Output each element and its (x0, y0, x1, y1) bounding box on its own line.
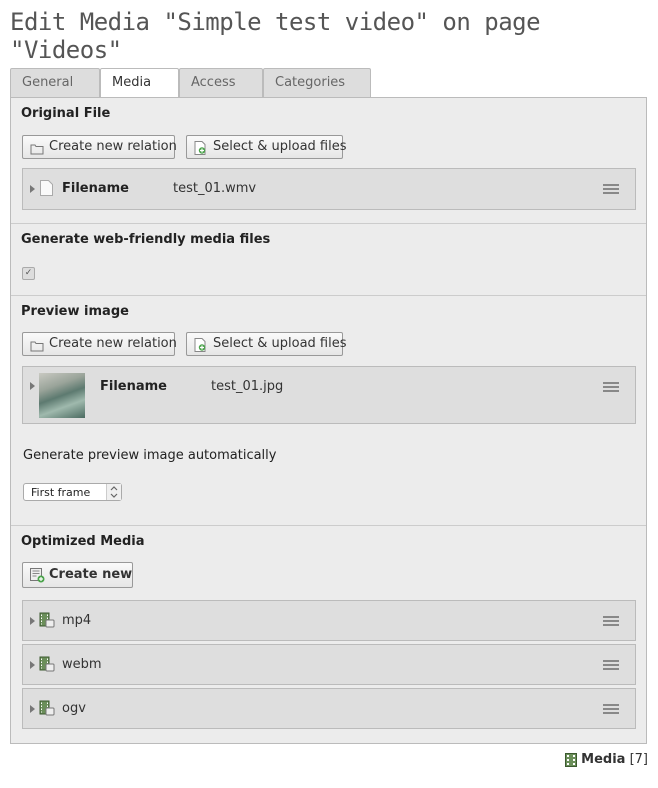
original-file-section: Original File Create new relation Select… (11, 98, 646, 223)
section-heading: Preview image (21, 304, 129, 319)
video-icon (39, 612, 55, 628)
section-heading: Original File (21, 106, 111, 121)
expand-arrow-icon[interactable] (30, 382, 35, 390)
expand-arrow-icon[interactable] (30, 185, 35, 193)
expand-arrow-icon[interactable] (30, 661, 35, 669)
record-type-footer: Media [7] (565, 752, 648, 767)
media-format-label: webm (62, 657, 102, 672)
web-friendly-section: Generate web-friendly media files ✓ (11, 223, 646, 295)
upload-file-icon (194, 338, 207, 360)
record-field-label: Filename (62, 181, 129, 196)
preview-thumbnail (39, 373, 85, 418)
preview-frame-select[interactable]: First frame (23, 483, 122, 501)
create-relation-button[interactable]: Create new relation (22, 135, 177, 159)
upload-files-label: Select & upload files (213, 336, 347, 351)
upload-files-label: Select & upload files (213, 139, 347, 154)
upload-file-icon (194, 141, 207, 163)
create-relation-label: Create new relation (49, 139, 177, 154)
create-relation-button[interactable]: Create new relation (22, 332, 177, 356)
select-value: First frame (31, 486, 91, 499)
drag-handle-icon[interactable] (603, 382, 619, 392)
auto-preview-label: Generate preview image automatically (23, 448, 277, 463)
page-title: Edit Media "Simple test video" on page "… (10, 8, 541, 64)
folder-icon (30, 141, 44, 163)
record-type-label: Media (581, 752, 626, 767)
optimized-media-item[interactable]: mp4 (22, 600, 636, 641)
record-filename: test_01.wmv (173, 181, 257, 196)
video-icon (39, 700, 55, 716)
video-icon (39, 656, 55, 672)
record-id: [7] (629, 752, 648, 767)
create-new-button[interactable]: Create new (22, 562, 133, 588)
web-friendly-checkbox[interactable]: ✓ (22, 267, 35, 280)
file-icon (40, 180, 53, 200)
record-filename: test_01.jpg (211, 379, 284, 394)
upload-files-button[interactable]: Select & upload files (186, 332, 347, 356)
section-heading: Generate web-friendly media files (21, 232, 271, 247)
create-relation-label: Create new relation (49, 336, 177, 351)
film-icon (565, 752, 577, 767)
tab-access[interactable]: Access (179, 68, 263, 97)
tab-media[interactable]: Media (100, 68, 179, 99)
tab-categories[interactable]: Categories (263, 68, 371, 97)
drag-handle-icon[interactable] (603, 704, 619, 714)
preview-record[interactable]: Filename test_01.jpg (22, 366, 636, 424)
add-record-icon (30, 568, 45, 592)
section-heading: Optimized Media (21, 534, 145, 549)
drag-handle-icon[interactable] (603, 616, 619, 626)
upload-files-button[interactable]: Select & upload files (186, 135, 347, 159)
media-format-label: mp4 (62, 613, 92, 628)
optimized-media-item[interactable]: ogv (22, 688, 636, 729)
record-field-label: Filename (100, 379, 167, 394)
optimized-media-item[interactable]: webm (22, 644, 636, 685)
expand-arrow-icon[interactable] (30, 705, 35, 713)
media-format-label: ogv (62, 701, 86, 716)
chevron-updown-icon (106, 484, 121, 500)
drag-handle-icon[interactable] (603, 660, 619, 670)
folder-icon (30, 338, 44, 360)
media-panel: Original File Create new relation Select… (10, 97, 647, 744)
preview-image-section: Preview image Create new relation Select… (11, 295, 646, 525)
optimized-media-section: Optimized Media Create new mp4 webm ogv (11, 525, 646, 744)
file-record[interactable]: Filename test_01.wmv (22, 168, 636, 210)
create-new-label: Create new (49, 567, 133, 582)
tab-general[interactable]: General (10, 68, 100, 97)
drag-handle-icon[interactable] (603, 184, 619, 194)
expand-arrow-icon[interactable] (30, 617, 35, 625)
